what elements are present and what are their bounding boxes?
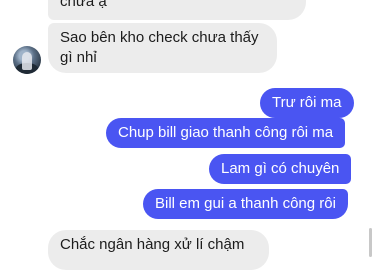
message-text: Bill em gui a thanh công rôi [155, 195, 336, 212]
incoming-message-bubble[interactable]: Sao bên kho check chưa thấy gì nhỉ [48, 23, 277, 73]
message-text: Chup bill giao thanh công rôi ma [118, 124, 334, 141]
message-text: Trư rôi ma [272, 94, 342, 111]
outgoing-message-bubble[interactable]: Trư rôi ma [260, 88, 354, 118]
message-text: Lam gì có chuyên [221, 160, 340, 177]
sender-avatar[interactable] [13, 46, 41, 74]
message-text: chưa ạ [60, 0, 107, 10]
incoming-message-bubble[interactable]: chưa ạ [48, 0, 306, 20]
message-text: Sao bên kho check chưa thấy gì nhỉ [60, 29, 259, 66]
outgoing-message-bubble[interactable]: Lam gì có chuyên [209, 154, 352, 184]
outgoing-message-bubble[interactable]: Bill em gui a thanh công rôi [143, 189, 348, 219]
message-text: Chắc ngân hàng xử lí chậm [60, 236, 245, 253]
outgoing-message-bubble[interactable]: Chup bill giao thanh công rôi ma [106, 118, 346, 148]
incoming-message-bubble[interactable]: Chắc ngân hàng xử lí chậm [48, 230, 269, 270]
scrollbar-thumb[interactable] [369, 228, 372, 257]
avatar-figure [22, 52, 32, 70]
